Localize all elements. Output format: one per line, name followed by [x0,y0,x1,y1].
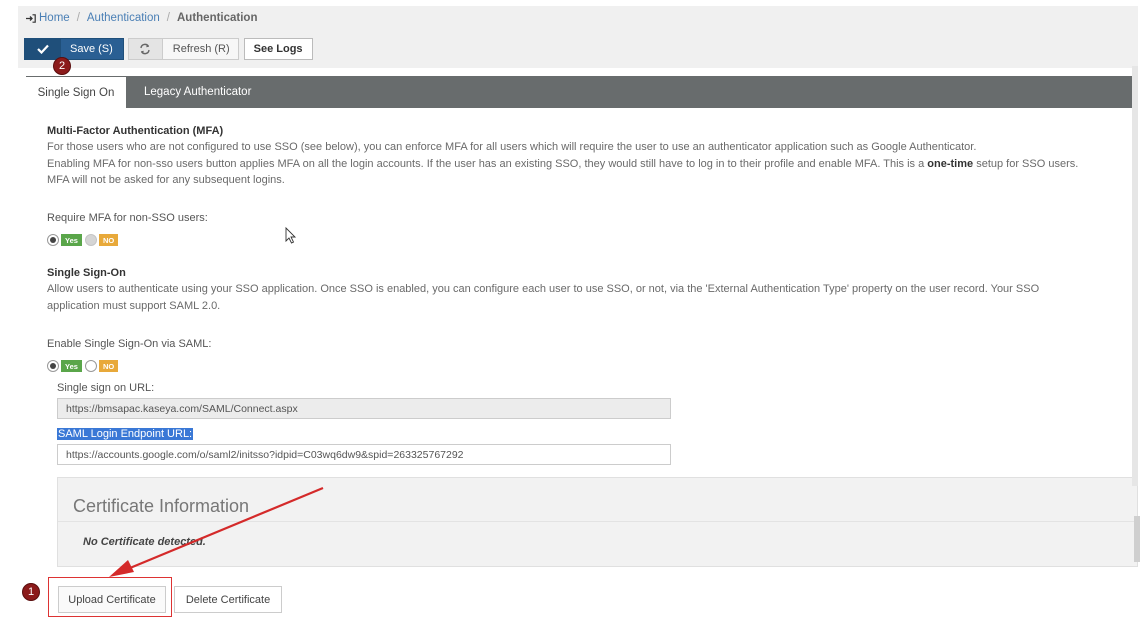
sso-url-input[interactable]: https://bmsapac.kaseya.com/SAML/Connect.… [57,398,671,419]
upload-certificate-button[interactable]: Upload Certificate [58,586,166,613]
page-edge [1132,66,1138,486]
annotation-badge-1: 1 [22,583,40,601]
see-logs-button[interactable]: See Logs [243,38,313,60]
page: Home / Authentication / Authentication S… [0,0,1143,626]
mfa-description-line: MFA will not be asked for any subsequent… [47,174,285,186]
breadcrumb-home-link[interactable]: Home [39,12,70,24]
mfa-text: setup for SSO users. [973,157,1079,170]
mfa-description: For those users who are not configured t… [47,139,1117,189]
yes-label: Yes [61,234,82,246]
save-button-label: Save (S) [70,43,113,55]
enable-sso-label: Enable Single Sign-On via SAML: [47,338,212,350]
saml-endpoint-label: SAML Login Endpoint URL: [57,428,194,440]
certificate-title: Certificate Information [73,496,250,516]
require-mfa-label: Require MFA for non-SSO users: [47,212,208,224]
delete-certificate-button[interactable]: Delete Certificate [174,586,282,613]
certificate-panel: Certificate Information No Certificate d… [57,477,1138,567]
require-mfa-yes-radio[interactable] [47,234,59,246]
sso-description-line: application must support SAML 2.0. [47,299,221,312]
mfa-title: Multi-Factor Authentication (MFA) [47,125,224,137]
mfa-section: Multi-Factor Authentication (MFA) For th… [47,125,1117,189]
mouse-cursor-icon [285,226,297,244]
refresh-button[interactable]: Refresh (R) [127,38,239,60]
breadcrumb-separator: / [76,12,80,24]
no-label: NO [98,360,119,372]
mfa-emphasis: one-time [927,157,974,170]
toolbar: Save (S) Refresh (R) See Logs [24,38,313,60]
check-icon [25,39,61,59]
sso-description: Allow users to authenticate using your S… [47,281,1117,314]
saml-endpoint-input[interactable]: https://accounts.google.com/o/saml2/init… [57,444,671,465]
require-mfa-no-radio[interactable] [84,234,97,246]
refresh-button-label: Refresh (R) [172,43,230,55]
yes-label: Yes [61,360,82,372]
sso-description-line: Allow users to authenticate using your S… [47,283,1040,295]
mfa-description-line: For those users who are not configured t… [47,141,977,153]
require-mfa-toggle: Yes NO [47,233,119,247]
tabs-bar: Single Sign On Legacy Authenticator [26,76,1138,108]
refresh-icon [128,39,163,59]
sso-url-label: Single sign on URL: [57,382,155,394]
breadcrumb-separator: / [166,12,170,24]
sso-title: Single Sign-On [47,267,126,279]
enable-sso-yes-radio[interactable] [47,360,59,372]
no-label: NO [98,234,119,246]
certificate-panel-header: Certificate Information [58,478,1137,522]
tab-legacy-authenticator[interactable]: Legacy Authenticator [144,76,251,108]
mfa-text: Enabling MFA for non-sso users button ap… [47,157,928,170]
annotation-badge-2: 2 [53,57,71,75]
sign-in-icon [26,13,36,23]
breadcrumb-current: Authentication [176,12,258,24]
save-button[interactable]: Save (S) [24,38,124,60]
breadcrumb-authentication-link[interactable]: Authentication [87,12,160,24]
enable-sso-no-radio[interactable] [84,360,97,372]
enable-sso-toggle: Yes NO [47,359,119,373]
scrollbar-thumb[interactable] [1134,516,1140,562]
sso-section: Single Sign-On Allow users to authentica… [47,267,1117,314]
tab-single-sign-on[interactable]: Single Sign On [26,76,126,108]
breadcrumb: Home / Authentication / Authentication [26,12,257,24]
mfa-description-line: Enabling MFA for non-sso users button ap… [47,156,1117,173]
certificate-status: No Certificate detected. [83,536,206,548]
